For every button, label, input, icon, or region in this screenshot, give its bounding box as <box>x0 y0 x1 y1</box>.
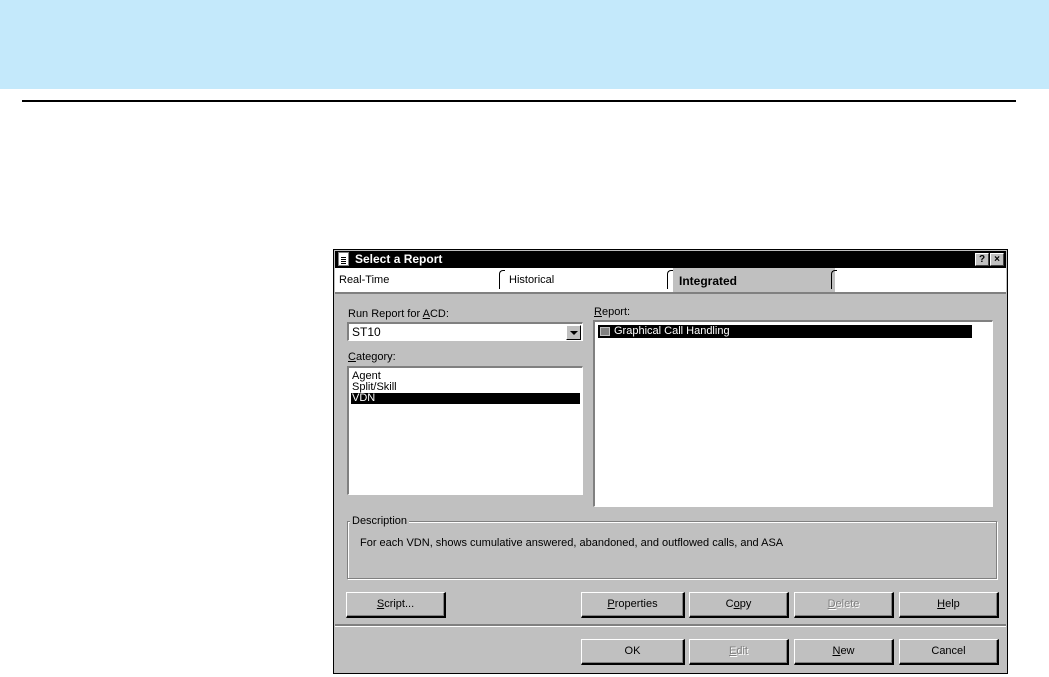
tab-historical-label: Historical <box>509 274 555 286</box>
new-button[interactable]: New <box>794 639 894 665</box>
report-item-label: Graphical Call Handling <box>614 325 730 337</box>
title-bar: Select a Report ? × <box>335 251 1006 268</box>
chevron-down-icon[interactable] <box>566 325 581 340</box>
document-icon <box>338 252 349 266</box>
properties-button[interactable]: Properties <box>581 592 685 618</box>
edit-button-rest: dit <box>736 645 748 657</box>
report-label: Report: <box>594 306 630 318</box>
properties-button-rest: roperties <box>614 598 658 610</box>
help-button[interactable]: Help <box>899 592 999 618</box>
tab-strip: Real-Time Historical Integrated <box>335 268 1006 292</box>
report-item-graphical-call-handling[interactable]: Graphical Call Handling <box>598 325 972 338</box>
tab-real-time-label: Real-Time <box>339 274 390 286</box>
category-label: Category: <box>348 351 396 363</box>
script-button-rest: cript... <box>384 598 415 610</box>
tab-historical[interactable]: Historical <box>505 268 673 292</box>
category-label-post: ategory: <box>355 351 396 363</box>
delete-button-rest: elete <box>835 598 860 610</box>
acd-label-pre: Run Report for <box>348 308 423 320</box>
report-label-key: R <box>594 306 602 318</box>
help-button-rest: elp <box>945 598 960 610</box>
category-listbox[interactable]: Agent Split/Skill VDN <box>347 366 583 495</box>
help-title-button[interactable]: ? <box>975 253 989 266</box>
tab-real-time[interactable]: Real-Time <box>335 268 505 292</box>
acd-combobox-value: ST10 <box>352 325 381 339</box>
close-button[interactable]: × <box>990 253 1004 266</box>
select-report-dialog: Select a Report ? × Real-Time Historical… <box>333 249 1008 674</box>
properties-button-key: P <box>607 598 615 610</box>
bottom-separator <box>335 624 1006 627</box>
tab-integrated[interactable]: Integrated <box>673 268 837 292</box>
edit-button[interactable]: Edit <box>689 639 789 665</box>
description-title: Description <box>350 515 410 527</box>
acd-combobox[interactable]: ST10 <box>347 322 583 341</box>
acd-label-key: A <box>422 308 430 320</box>
report-listbox[interactable]: Graphical Call Handling <box>593 320 993 507</box>
tab-integrated-label: Integrated <box>679 274 738 288</box>
delete-button[interactable]: Delete <box>794 592 894 618</box>
tab-separator <box>335 292 1006 294</box>
copy-button-rest: py <box>739 598 752 610</box>
report-icon <box>600 327 610 336</box>
new-button-rest: ew <box>840 645 855 657</box>
report-label-post: eport: <box>601 306 631 318</box>
horizontal-rule <box>22 100 1016 102</box>
description-text: For each VDN, shows cumulative answered,… <box>360 537 784 549</box>
list-item-split-skill[interactable]: Split/Skill <box>351 382 580 393</box>
cancel-button[interactable]: Cancel <box>899 639 999 665</box>
script-button[interactable]: Script... <box>346 592 446 618</box>
acd-label: Run Report for ACD: <box>348 308 449 320</box>
copy-button[interactable]: Copy <box>689 592 789 618</box>
acd-label-post: CD: <box>429 308 449 320</box>
description-group: Description For each VDN, shows cumulati… <box>347 515 997 579</box>
delete-button-key: D <box>827 598 836 610</box>
category-label-key: C <box>348 351 356 363</box>
copy-button-pre: C <box>725 598 734 610</box>
header-band <box>0 0 1049 89</box>
help-button-key: H <box>937 598 946 610</box>
window-title: Select a Report <box>355 252 443 266</box>
tab-divider <box>831 270 837 289</box>
list-item-vdn[interactable]: VDN <box>351 393 580 404</box>
ok-button[interactable]: OK <box>581 639 685 665</box>
